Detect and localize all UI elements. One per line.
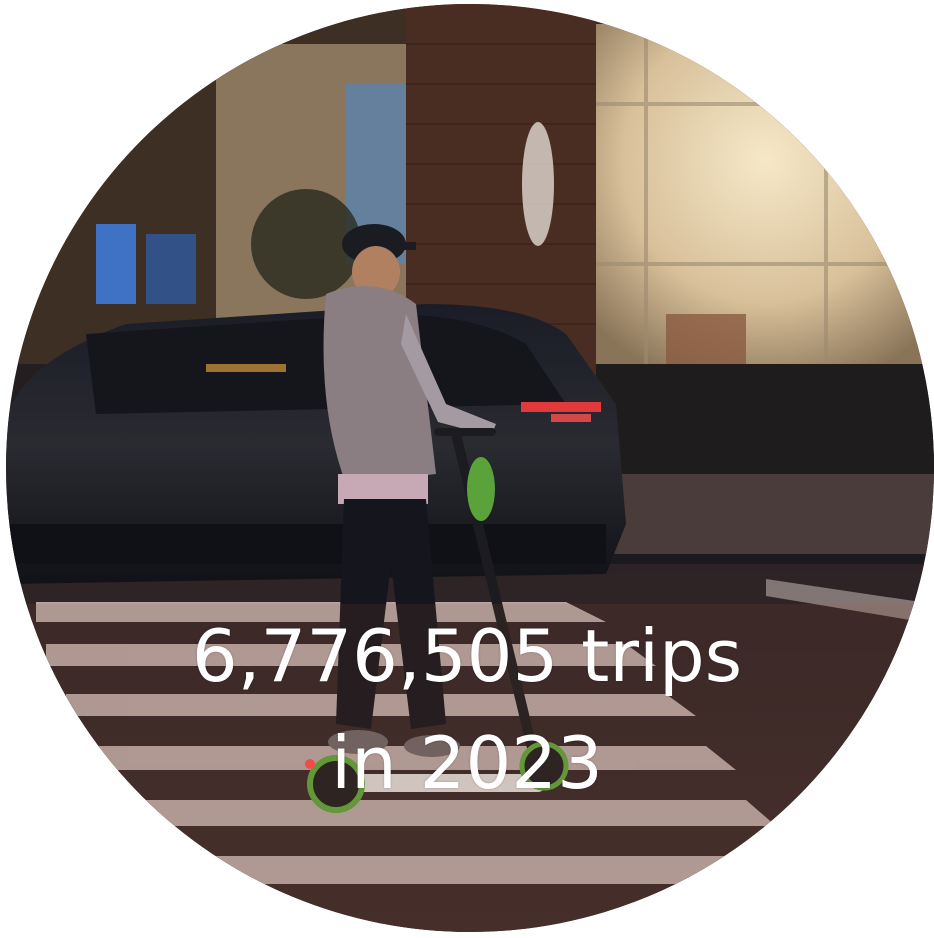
trip-count-caption: 6,776,505 trips bbox=[191, 614, 743, 698]
year-caption: in 2023 bbox=[331, 721, 603, 805]
infographic-stat: 6,776,505 trips in 2023 bbox=[0, 0, 934, 938]
